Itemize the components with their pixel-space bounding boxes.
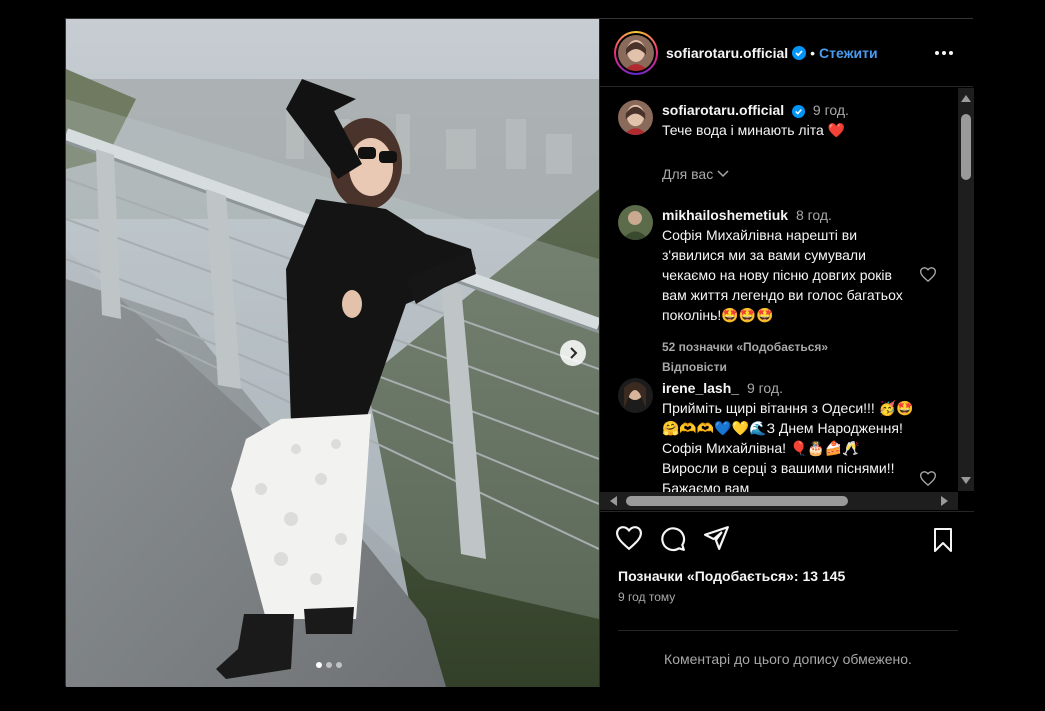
- post-header: sofiarotaru.official • Стежити: [600, 19, 973, 87]
- comment-text: Прийміть щирі вітання з Одеси!!! 🥳🤩🤗🫶🫶💙💛…: [662, 400, 914, 496]
- comment-icon[interactable]: [660, 526, 686, 552]
- follow-button[interactable]: Стежити: [819, 45, 878, 61]
- carousel-dot: [326, 662, 332, 668]
- more-icon[interactable]: [935, 43, 953, 61]
- chevron-down-icon: [717, 170, 729, 178]
- sort-label: Для вас: [662, 166, 714, 182]
- scroll-up-arrow[interactable]: [961, 95, 971, 102]
- chevron-right-icon: [570, 347, 578, 359]
- scroll-right-arrow[interactable]: [941, 496, 948, 506]
- comment-time: 8 год.: [795, 207, 832, 223]
- caption-username[interactable]: sofiarotaru.official: [662, 102, 784, 118]
- avatar[interactable]: [618, 378, 653, 413]
- post-modal: sofiarotaru.official • Стежити sofiarota…: [65, 18, 974, 687]
- post-caption: sofiarotaru.official 9 год. Тече вода і …: [618, 100, 918, 140]
- scroll-left-arrow[interactable]: [610, 496, 617, 506]
- post-time[interactable]: 9 год тому: [618, 590, 675, 604]
- heart-icon[interactable]: [919, 471, 937, 491]
- comment-sort-dropdown[interactable]: Для вас: [662, 166, 729, 182]
- photo-image: [66, 19, 599, 687]
- save-icon[interactable]: [932, 528, 954, 552]
- caption-text: Тече вода і минають літа ❤️: [662, 122, 846, 138]
- caption-time: 9 год.: [812, 102, 849, 118]
- comment-time: 9 год.: [746, 380, 783, 396]
- next-slide-button[interactable]: [560, 340, 586, 366]
- comment-likes[interactable]: 52 позначки «Подобається»: [662, 340, 828, 354]
- avatar[interactable]: [618, 100, 653, 135]
- avatar: [618, 34, 654, 71]
- post-username[interactable]: sofiarotaru.official: [666, 45, 788, 61]
- horizontal-scrollbar[interactable]: [600, 492, 958, 510]
- carousel-dot: [316, 662, 322, 668]
- verified-icon: [792, 45, 807, 60]
- likes-count[interactable]: Позначки «Подобається»: 13 145: [618, 568, 845, 584]
- comment-username[interactable]: mikhailoshemetiuk: [662, 207, 788, 223]
- vertical-scrollbar[interactable]: [958, 88, 974, 491]
- heart-icon[interactable]: [616, 526, 642, 552]
- comments-list[interactable]: sofiarotaru.official 9 год. Тече вода і …: [600, 88, 974, 510]
- story-ring[interactable]: [614, 30, 658, 75]
- post-photo[interactable]: [66, 19, 599, 687]
- comment-item: mikhailoshemetiuk 8 год. Софія Михайлівн…: [618, 205, 937, 377]
- comments-limited-notice: Коментарі до цього допису обмежено.: [618, 630, 958, 667]
- scroll-thumb[interactable]: [961, 114, 971, 180]
- share-icon[interactable]: [704, 526, 730, 552]
- heart-icon[interactable]: [919, 267, 937, 287]
- post-actions: Позначки «Подобається»: 13 145 9 год том…: [600, 511, 974, 687]
- scroll-thumb[interactable]: [626, 496, 848, 506]
- post-side-panel: sofiarotaru.official • Стежити sofiarota…: [599, 19, 974, 687]
- scroll-down-arrow[interactable]: [961, 477, 971, 484]
- carousel-dot: [336, 662, 342, 668]
- verified-icon: [792, 104, 806, 118]
- comment-item: irene_lash_ 9 год. Прийміть щирі вітання…: [618, 378, 937, 498]
- separator-dot: •: [810, 44, 816, 61]
- comment-username[interactable]: irene_lash_: [662, 380, 739, 396]
- reply-button[interactable]: Відповісти: [662, 360, 727, 374]
- carousel-dots: [316, 662, 342, 668]
- comment-text: Софія Михайлівна нарешті ви з'явилися ми…: [662, 227, 903, 323]
- avatar[interactable]: [618, 205, 653, 240]
